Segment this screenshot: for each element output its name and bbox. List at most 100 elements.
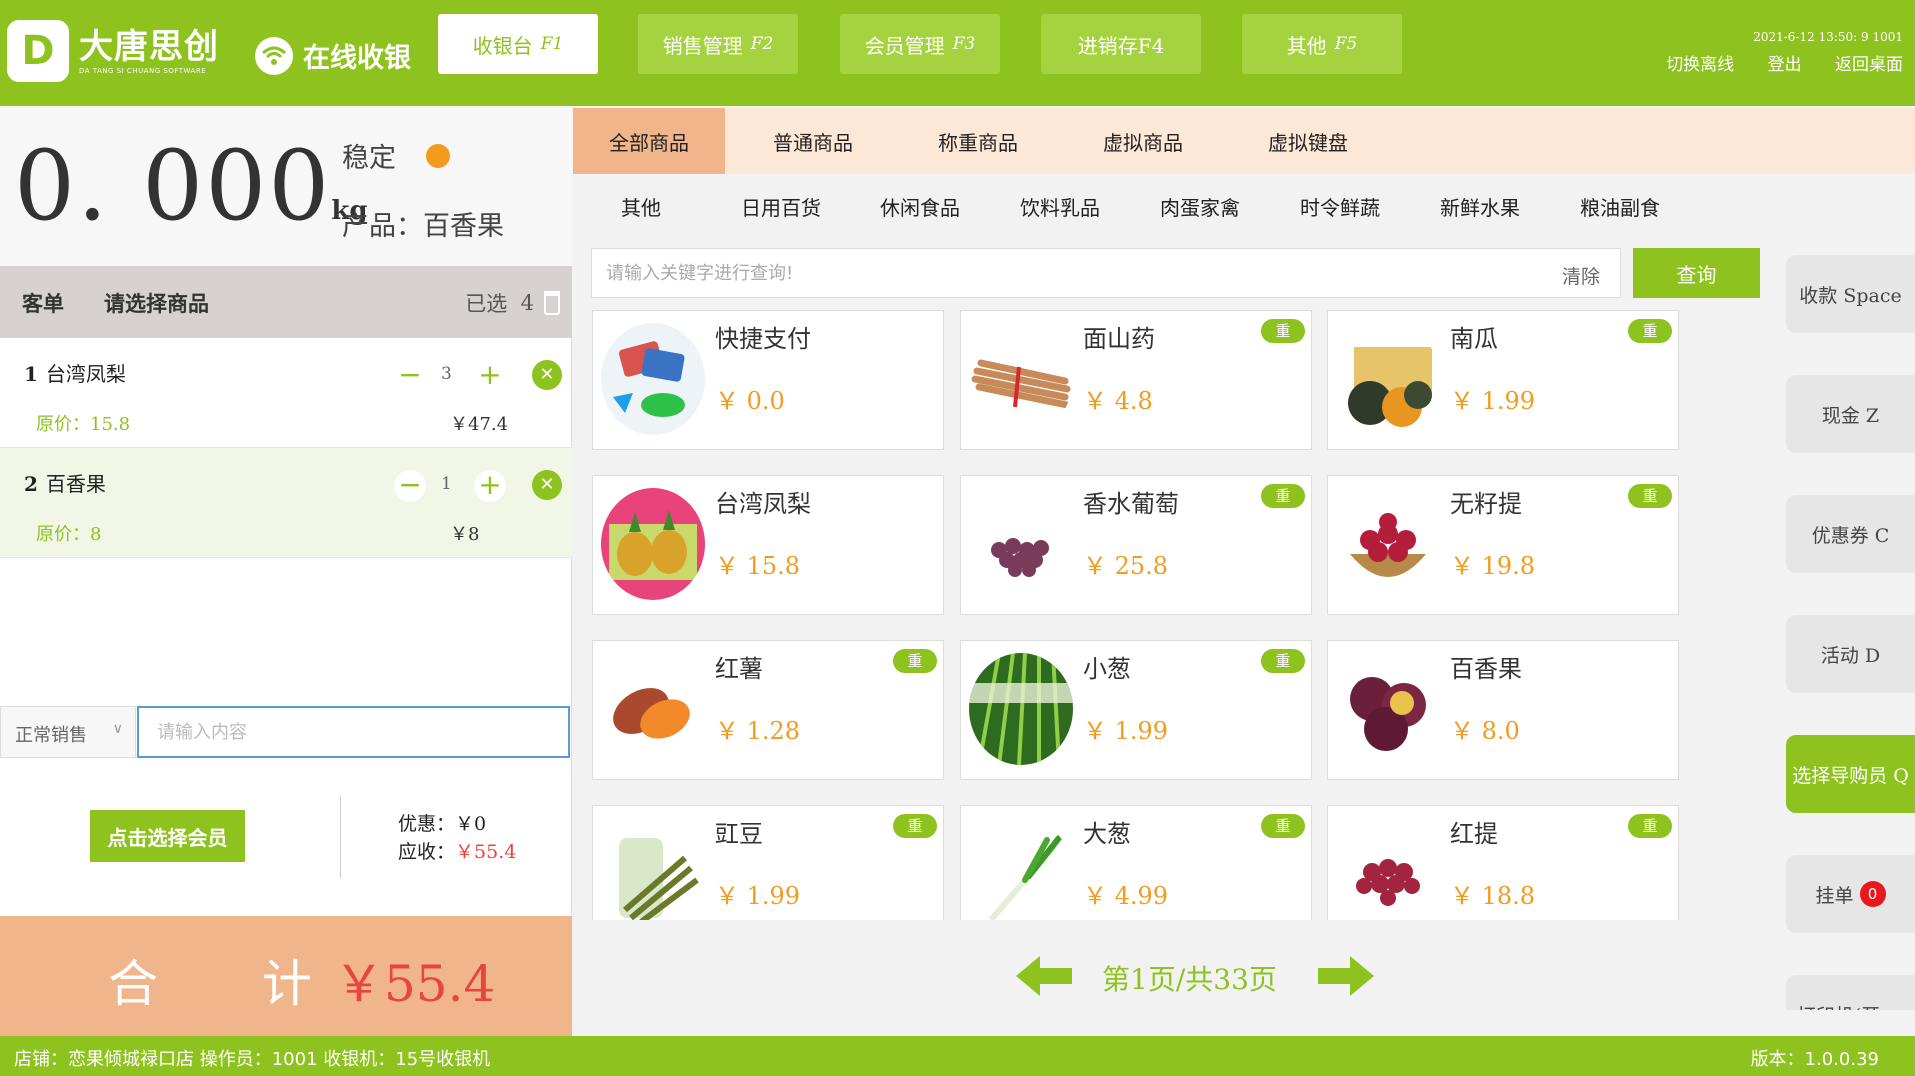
nav-checkout[interactable]: 收银台 F1: [438, 14, 598, 74]
next-page-arrow-icon[interactable]: [1318, 956, 1374, 1000]
subcat-daily[interactable]: 日用百货: [741, 192, 821, 221]
weighed-badge: 重: [1261, 319, 1305, 343]
content-input[interactable]: [137, 706, 570, 758]
subcat-grain-oil[interactable]: 粮油副食: [1580, 192, 1660, 221]
coupon-button[interactable]: 优惠券 C: [1786, 495, 1915, 573]
product-card[interactable]: 重 小葱 ￥ 1.99: [960, 640, 1312, 780]
product-card[interactable]: 台湾凤梨 ￥ 15.8: [592, 475, 944, 615]
product-card[interactable]: 重 豇豆 ￥ 1.99: [592, 805, 944, 920]
product-name: 面山药: [1083, 325, 1155, 353]
subcat-fruit[interactable]: 新鲜水果: [1440, 192, 1520, 221]
pineapple-icon: [601, 488, 705, 600]
nav-members[interactable]: 会员管理 F3: [840, 14, 1000, 74]
hold-order-button[interactable]: 挂单 0: [1786, 855, 1915, 933]
product-card[interactable]: 快捷支付 ￥ 0.0: [592, 310, 944, 450]
product-card[interactable]: 重 大葱 ￥ 4.99: [960, 805, 1312, 920]
weighed-badge: 重: [1628, 319, 1672, 343]
product-card[interactable]: 重 红提 ￥ 18.8: [1327, 805, 1679, 920]
sweet-potato-icon: [601, 653, 705, 765]
product-card[interactable]: 重 面山药 ￥ 4.8: [960, 310, 1312, 450]
sub-category-tabs: 其他 日用百货 休闲食品 饮料乳品 肉蛋家禽 时令鲜蔬 新鲜水果 粮油副食: [573, 176, 1915, 232]
product-name: 大葱: [1083, 820, 1131, 848]
product-price: ￥ 19.8: [1450, 552, 1536, 580]
qty-minus-button[interactable]: −: [394, 360, 426, 392]
logo-title: 大唐思创: [79, 27, 219, 67]
product-grid: 快捷支付 ￥ 0.0 重 面山药 ￥ 4.8 重 南瓜 ￥ 1.99 台湾凤梨 …: [592, 310, 1682, 920]
qty-plus-button[interactable]: +: [474, 470, 506, 502]
remove-item-icon[interactable]: ✕: [532, 360, 562, 390]
select-member-button[interactable]: 点击选择会员: [90, 810, 245, 862]
item-index: 1: [24, 362, 38, 386]
logo-subtitle: DA TANG SI CHUANG SOFTWARE: [79, 67, 207, 75]
query-button[interactable]: 查询: [1633, 248, 1760, 298]
switch-offline-link[interactable]: 切换离线: [1666, 55, 1734, 75]
logout-link[interactable]: 登出: [1768, 55, 1802, 75]
tab-virtual-keyboard[interactable]: 虚拟键盘: [1232, 108, 1384, 174]
product-card[interactable]: 重 红薯 ￥ 1.28: [592, 640, 944, 780]
app-logo: D 大唐思创 DA TANG SI CHUANG SOFTWARE: [7, 20, 219, 82]
logo-mark-icon: D: [7, 20, 69, 82]
qty-plus-button[interactable]: +: [474, 360, 506, 392]
sale-mode-select[interactable]: 正常销售 ∨: [0, 706, 136, 758]
subcat-vegetables[interactable]: 时令鲜蔬: [1300, 192, 1380, 221]
tab-weighed-goods[interactable]: 称重商品: [902, 108, 1054, 174]
product-price: ￥ 15.8: [715, 552, 801, 580]
scale-display: 0. 000kg 稳定 产品：百香果: [0, 106, 572, 266]
yam-icon: [969, 323, 1073, 435]
product-card[interactable]: 重 香水葡萄 ￥ 25.8: [960, 475, 1312, 615]
back-desktop-link[interactable]: 返回桌面: [1835, 55, 1903, 75]
tab-normal-goods[interactable]: 普通商品: [737, 108, 889, 174]
prev-page-arrow-icon[interactable]: [1016, 956, 1072, 1000]
seedless-grape-icon: [1336, 488, 1440, 600]
clear-button[interactable]: 清除: [1562, 262, 1600, 289]
collect-payment-button[interactable]: 收款 Space: [1786, 255, 1915, 333]
tab-virtual-goods[interactable]: 虚拟商品: [1067, 108, 1219, 174]
remove-item-icon[interactable]: ✕: [532, 470, 562, 500]
product-price: ￥ 1.99: [1083, 717, 1169, 745]
item-original-price: 原价：8: [36, 524, 102, 545]
qty-minus-button[interactable]: −: [394, 470, 426, 502]
order-hint: 请选择商品: [104, 291, 209, 316]
product-card[interactable]: 重 无籽提 ￥ 19.8: [1327, 475, 1679, 615]
product-name: 红薯: [715, 655, 763, 683]
printer-button[interactable]: 打印机(开 ...: [1786, 975, 1915, 1010]
product-price: ￥ 4.99: [1083, 882, 1169, 910]
weighed-badge: 重: [893, 814, 937, 838]
product-name: 小葱: [1083, 655, 1131, 683]
search-input[interactable]: [592, 249, 1532, 297]
order-tab[interactable]: 客单: [22, 288, 64, 318]
cash-button[interactable]: 现金 Z: [1786, 375, 1915, 453]
trash-icon[interactable]: [544, 291, 560, 315]
item-qty: 1: [441, 474, 452, 494]
subcat-meat[interactable]: 肉蛋家禽: [1160, 192, 1240, 221]
selected-count: 已选 4: [465, 288, 560, 318]
order-item[interactable]: 1 台湾凤梨 − 3 + ✕ 原价：15.8 ￥47.4: [0, 338, 572, 448]
product-price: ￥ 0.0: [715, 387, 785, 415]
nav-other[interactable]: 其他 F5: [1242, 14, 1402, 74]
item-qty: 3: [441, 364, 452, 384]
item-name: 百香果: [45, 472, 106, 496]
activity-button[interactable]: 活动 D: [1786, 615, 1915, 693]
weighed-badge: 重: [1261, 814, 1305, 838]
product-card[interactable]: 百香果 ￥ 8.0: [1327, 640, 1679, 780]
weighed-badge: 重: [1628, 484, 1672, 508]
product-card[interactable]: 重 南瓜 ￥ 1.99: [1327, 310, 1679, 450]
status-dot-icon: [426, 143, 450, 168]
due-value: ￥55.4: [455, 841, 517, 863]
order-item[interactable]: 2 百香果 − 1 + ✕ 原价：8 ￥8: [0, 448, 572, 558]
order-header: 客单 请选择商品 已选 4: [0, 266, 572, 338]
search-box: 清除: [591, 248, 1621, 298]
tab-all-goods[interactable]: 全部商品: [573, 108, 725, 174]
wifi-icon: [255, 36, 293, 75]
scale-status: 稳定: [342, 136, 450, 175]
subcat-other[interactable]: 其他: [621, 192, 661, 221]
nav-inventory[interactable]: 进销存F4: [1041, 14, 1201, 74]
select-guide-button[interactable]: 选择导购员 Q: [1786, 735, 1915, 813]
pagination: 第1页/共33页: [1016, 950, 1376, 1000]
online-label: 在线收银: [303, 43, 411, 74]
subcat-drinks[interactable]: 饮料乳品: [1020, 192, 1100, 221]
total-value: ￥55.4: [334, 955, 496, 1013]
product-name: 香水葡萄: [1083, 490, 1179, 518]
nav-sales[interactable]: 销售管理 F2: [638, 14, 798, 74]
subcat-snacks[interactable]: 休闲食品: [880, 192, 960, 221]
